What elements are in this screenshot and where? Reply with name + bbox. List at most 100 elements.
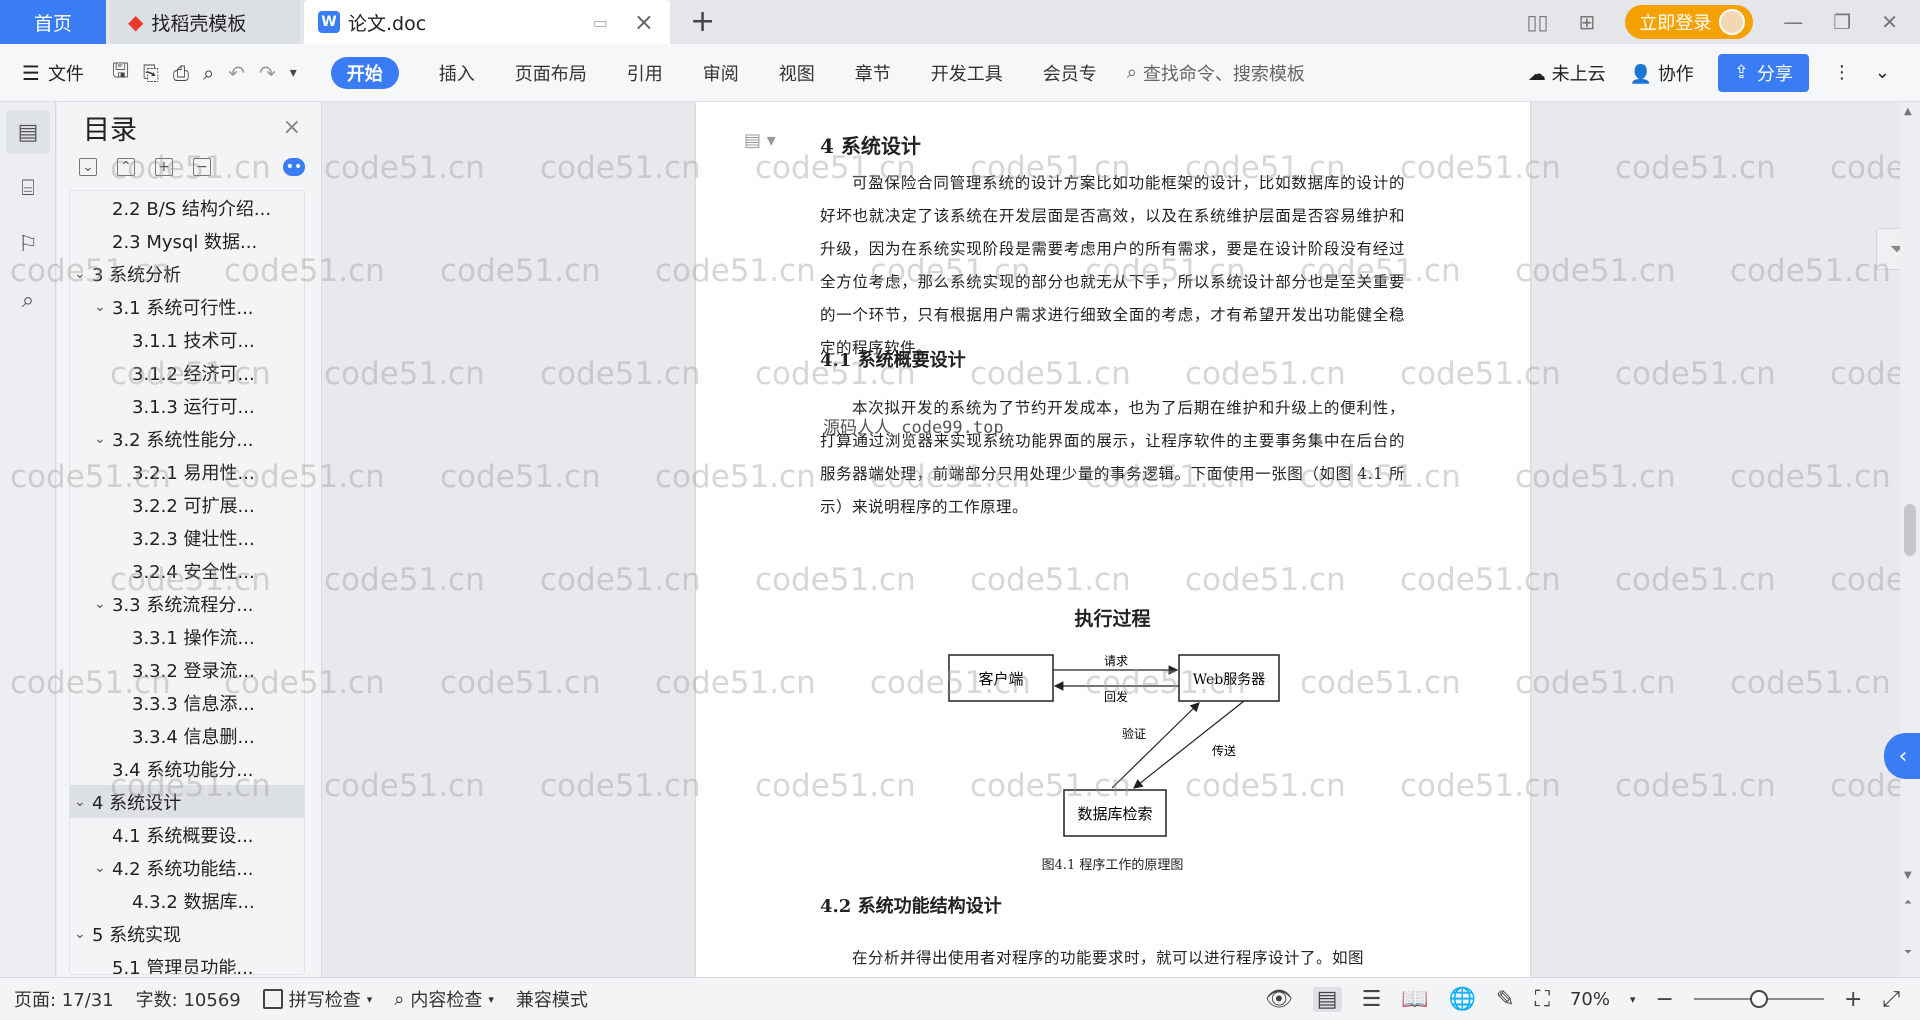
tab-document[interactable]: W 论文.doc ▭ × — [304, 0, 670, 44]
scroll-up-icon[interactable]: ▲ — [1904, 106, 1912, 117]
toc-item[interactable]: 2.2 B/S 结构介绍... — [70, 191, 304, 224]
toc-item[interactable]: ⌄ 4 系统设计 — [70, 785, 304, 818]
toc-item[interactable]: 5.1 管理员功能... — [70, 950, 304, 975]
toc-item[interactable]: 3.3.2 登录流... — [70, 653, 304, 686]
command-search[interactable]: ⌕ 查找命令、搜索模板 — [1127, 60, 1305, 86]
login-button[interactable]: 立即登录 — [1625, 5, 1754, 39]
tab-home[interactable]: 首页 — [0, 0, 106, 44]
toc-item[interactable]: ⌄ 5 系统实现 — [70, 917, 304, 950]
reading-view-icon[interactable]: 📖 — [1401, 987, 1428, 1012]
toc-item[interactable]: 4.3.2 数据库... — [70, 884, 304, 917]
cloud-status[interactable]: ☁ 未上云 — [1528, 60, 1606, 86]
tab-developer[interactable]: 开发工具 — [931, 60, 1003, 86]
toc-item[interactable]: 3.1.1 技术可... — [70, 323, 304, 356]
word-count[interactable]: 字数: 10569 — [136, 986, 241, 1012]
filter-icon[interactable]: ⏷ — [1876, 228, 1901, 270]
toc-item[interactable]: 3.1.3 运行可... — [70, 389, 304, 422]
toc-item[interactable]: 3.2.4 安全性... — [70, 554, 304, 587]
eye-protection-icon[interactable]: 👁 — [1265, 987, 1293, 1012]
tab-page-layout[interactable]: 页面布局 — [515, 60, 587, 86]
zoom-slider-knob[interactable] — [1749, 990, 1768, 1008]
toc-item[interactable]: ⌄ 4.2 系统功能结... — [70, 851, 304, 884]
tab-review[interactable]: 审阅 — [703, 60, 739, 86]
chevron-down-icon[interactable]: ⌄ — [94, 596, 112, 612]
navigation-icon[interactable]: ⌸ — [6, 166, 50, 210]
scroll-thumb[interactable] — [1904, 504, 1916, 556]
chevron-down-icon[interactable]: ⌄ — [94, 299, 112, 315]
toc-item[interactable]: 2.3 Mysql 数据... — [70, 224, 304, 257]
collapse-ribbon-icon[interactable]: ⌄ — [1875, 62, 1890, 83]
tab-view[interactable]: 视图 — [779, 60, 815, 86]
toc-item[interactable]: ⌄ 3.1 系统可行性... — [70, 290, 304, 323]
zoom-in-icon[interactable]: + — [1844, 987, 1862, 1012]
more-options-icon[interactable]: ⋮ — [1833, 62, 1851, 83]
toc-item[interactable]: 3.3.4 信息删... — [70, 719, 304, 752]
more-dropdown-icon[interactable]: ▾ — [290, 65, 297, 81]
toc-item[interactable]: ⌄ 3.2 系统性能分... — [70, 422, 304, 455]
next-page-icon[interactable]: ⏷ — [1904, 947, 1912, 958]
restore-icon[interactable]: ❐ — [1833, 10, 1851, 34]
chevron-down-icon[interactable]: ⌄ — [74, 266, 92, 282]
tab-start[interactable]: 开始 — [330, 56, 399, 89]
file-menu[interactable]: ☰ 文件 — [22, 60, 84, 86]
expand-sidebar-button[interactable]: ‹ — [1884, 733, 1920, 779]
close-icon[interactable]: × — [283, 115, 301, 140]
close-window-icon[interactable]: ✕ — [1881, 10, 1898, 34]
fullscreen-icon[interactable]: ⤢ — [1882, 987, 1900, 1012]
apps-grid-icon[interactable]: ⊞ — [1579, 10, 1596, 34]
expand-all-icon[interactable]: ⌄ — [79, 158, 97, 176]
scroll-down-icon[interactable]: ▼ — [1904, 870, 1912, 881]
content-check[interactable]: ⌕ 内容检查 ▾ — [394, 986, 494, 1012]
close-tab-icon[interactable]: × — [634, 8, 654, 36]
find-icon[interactable]: ⌕ — [6, 278, 50, 322]
page-view-icon[interactable]: ▤ — [1312, 986, 1342, 1012]
save-icon[interactable]: 🖫 — [112, 56, 129, 90]
zoom-out-icon[interactable]: − — [1656, 987, 1674, 1012]
toc-item[interactable]: 3.4 系统功能分... — [70, 752, 304, 785]
page-count[interactable]: 页面: 17/31 — [14, 986, 114, 1012]
print-icon[interactable]: ⎙ — [173, 61, 189, 85]
export-icon[interactable]: ⎘ — [143, 61, 159, 85]
vertical-scrollbar[interactable]: ▲ ▼ ⏶ ⏷ — [1900, 102, 1920, 977]
share-button[interactable]: ⇪ 分享 — [1717, 53, 1809, 92]
toc-item[interactable]: 4.1 系统概要设... — [70, 818, 304, 851]
toc-item[interactable]: 3.2.3 健壮性... — [70, 521, 304, 554]
collab-button[interactable]: 👤 协作 — [1630, 60, 1694, 86]
collapse-all-icon[interactable]: ⌃ — [117, 158, 135, 176]
bookmark-icon[interactable]: ⚐ — [6, 222, 50, 266]
tab-template[interactable]: ◆ 找稻壳模板 — [110, 0, 300, 44]
ai-assistant-icon[interactable]: •• — [283, 158, 305, 176]
web-view-icon[interactable]: 🌐 — [1449, 987, 1476, 1012]
remove-heading-icon[interactable]: − — [193, 158, 211, 176]
chevron-down-icon[interactable]: ⌄ — [74, 794, 92, 810]
toc-item[interactable]: 3.3.1 操作流... — [70, 620, 304, 653]
document-page[interactable]: ▤ ▾ 4 系统设计 可盈保险合同管理系统的设计方案比如功能框架的设计，比如数据… — [696, 102, 1530, 977]
outline-view-icon[interactable]: ☰ — [1362, 987, 1382, 1012]
chevron-down-icon[interactable]: ⌄ — [94, 860, 112, 876]
toc-item[interactable]: 3.3.3 信息添... — [70, 686, 304, 719]
chevron-down-icon[interactable]: ⌄ — [94, 431, 112, 447]
redo-icon[interactable]: ↷ — [259, 61, 276, 85]
prev-page-icon[interactable]: ⏶ — [1904, 897, 1912, 908]
tab-insert[interactable]: 插入 — [439, 60, 475, 86]
fit-page-icon[interactable]: ⛶ — [1535, 987, 1550, 1012]
zoom-dropdown-icon[interactable]: ▾ — [1630, 993, 1636, 1006]
page-options-icon[interactable]: ▤ ▾ — [744, 130, 776, 151]
toc-item[interactable]: 3.2.2 可扩展... — [70, 488, 304, 521]
monitor-icon[interactable]: ▭ — [593, 13, 608, 32]
spell-check[interactable]: 拼写检查 ▾ — [262, 986, 372, 1012]
print-preview-icon[interactable]: ⌕ — [203, 61, 214, 85]
new-tab-icon[interactable]: + — [690, 4, 715, 39]
write-view-icon[interactable]: ✎ — [1496, 987, 1514, 1012]
layout-icon[interactable]: ▯▯ — [1527, 10, 1549, 34]
toc-item[interactable]: ⌄ 3.3 系统流程分... — [70, 587, 304, 620]
undo-icon[interactable]: ↶ — [228, 61, 245, 85]
tab-chapter[interactable]: 章节 — [855, 60, 891, 86]
tab-references[interactable]: 引用 — [627, 60, 663, 86]
minimize-icon[interactable]: — — [1783, 10, 1803, 34]
toc-item[interactable]: 3.2.1 易用性... — [70, 455, 304, 488]
chevron-down-icon[interactable]: ⌄ — [74, 926, 92, 942]
tab-member[interactable]: 会员专 — [1043, 60, 1097, 86]
zoom-level[interactable]: 70% — [1570, 989, 1610, 1010]
zoom-slider[interactable] — [1693, 990, 1824, 1008]
